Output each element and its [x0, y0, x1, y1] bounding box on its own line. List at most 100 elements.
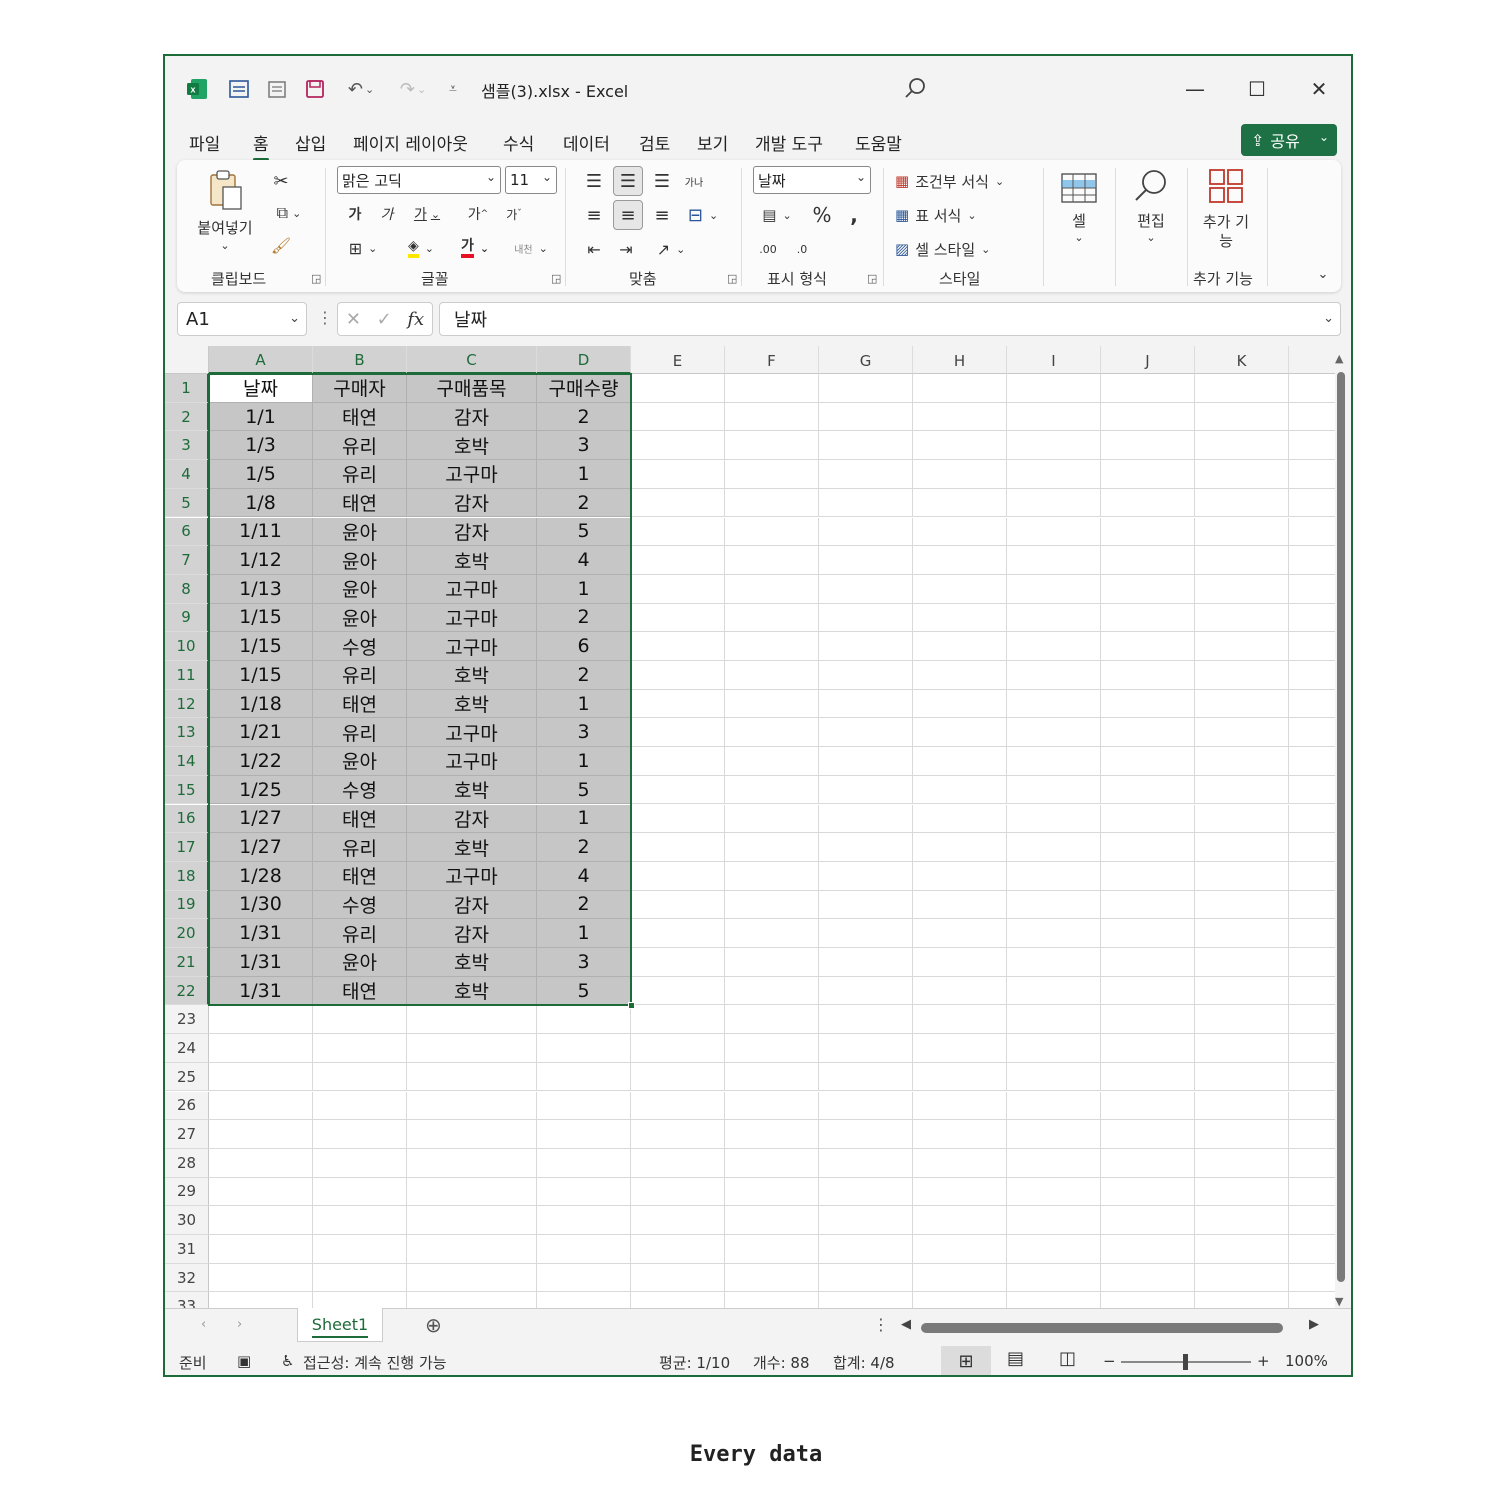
normal-view-icon[interactable]: ⊞: [941, 1346, 991, 1375]
row-header-8[interactable]: 8: [165, 574, 209, 604]
borders-icon[interactable]: ⊞ ⌄: [341, 236, 385, 260]
row-header-23[interactable]: 23: [165, 1005, 209, 1035]
empty-cell[interactable]: [725, 1120, 819, 1149]
empty-cell[interactable]: [631, 948, 725, 977]
customize-qat-icon[interactable]: ⩡: [443, 74, 463, 104]
empty-cell[interactable]: [1101, 804, 1195, 834]
empty-cell[interactable]: [819, 833, 913, 862]
empty-cell[interactable]: [1289, 862, 1335, 891]
search-icon[interactable]: [903, 76, 929, 102]
empty-cell[interactable]: [1195, 1148, 1289, 1178]
table-cell[interactable]: 태연: [313, 861, 407, 891]
scroll-right-icon[interactable]: ▶: [1309, 1317, 1319, 1332]
table-cell[interactable]: 6: [537, 632, 631, 661]
tab-help[interactable]: 도움말: [855, 130, 902, 155]
row-header-19[interactable]: 19: [165, 890, 209, 920]
empty-cell[interactable]: [407, 1091, 537, 1121]
empty-cell[interactable]: [631, 1034, 725, 1063]
empty-cell[interactable]: [913, 1177, 1007, 1207]
empty-cell[interactable]: [1289, 977, 1335, 1006]
zoom-in-icon[interactable]: +: [1257, 1352, 1270, 1370]
empty-cell[interactable]: [1289, 718, 1335, 748]
empty-cell[interactable]: [1195, 948, 1289, 977]
empty-cell[interactable]: [1289, 1178, 1335, 1207]
accounting-format-icon[interactable]: ▤ ⌄: [755, 202, 799, 228]
zoom-out-icon[interactable]: −: [1103, 1352, 1116, 1370]
empty-cell[interactable]: [1195, 661, 1289, 690]
paste-button[interactable]: 붙여넣기: [191, 216, 259, 238]
table-cell[interactable]: 태연: [313, 488, 407, 518]
empty-cell[interactable]: [209, 1148, 313, 1178]
dialog-launcher-icon[interactable]: ◲: [727, 272, 737, 285]
empty-cell[interactable]: [1195, 1034, 1289, 1063]
empty-cell[interactable]: [725, 374, 819, 403]
empty-cell[interactable]: [819, 1235, 913, 1264]
empty-cell[interactable]: [913, 689, 1007, 719]
empty-cell[interactable]: [1195, 747, 1289, 776]
empty-cell[interactable]: [1101, 976, 1195, 1006]
table-cell[interactable]: 고구마: [407, 632, 537, 661]
empty-cell[interactable]: [913, 919, 1007, 948]
table-cell[interactable]: 태연: [313, 804, 407, 834]
empty-cell[interactable]: [209, 1177, 313, 1207]
empty-cell[interactable]: [209, 1120, 313, 1149]
empty-cell[interactable]: [1195, 1005, 1289, 1035]
empty-cell[interactable]: [1289, 776, 1335, 805]
page-layout-view-icon[interactable]: ▤: [1007, 1348, 1024, 1369]
fill-handle[interactable]: [628, 1002, 635, 1010]
empty-cell[interactable]: [313, 1235, 407, 1264]
empty-cell[interactable]: [631, 747, 725, 776]
empty-cell[interactable]: [725, 948, 819, 977]
table-cell[interactable]: 감자: [407, 890, 537, 920]
empty-cell[interactable]: [1289, 1092, 1335, 1121]
table-cell[interactable]: 1/5: [209, 460, 313, 489]
increase-font-icon[interactable]: 가 ^: [463, 202, 493, 226]
empty-cell[interactable]: [1195, 1062, 1289, 1092]
empty-cell[interactable]: [1101, 1206, 1195, 1235]
empty-cell[interactable]: [819, 374, 913, 403]
empty-cell[interactable]: [1195, 488, 1289, 518]
table-cell[interactable]: 고구마: [407, 460, 537, 489]
empty-cell[interactable]: [631, 402, 725, 432]
table-cell[interactable]: 윤아: [313, 747, 407, 776]
empty-cell[interactable]: [631, 574, 725, 604]
empty-cell[interactable]: [1101, 689, 1195, 719]
empty-cell[interactable]: [1101, 546, 1195, 575]
empty-cell[interactable]: [819, 488, 913, 518]
editing-label[interactable]: 편집: [1129, 210, 1173, 230]
table-cell[interactable]: 1/27: [209, 833, 313, 862]
row-header-4[interactable]: 4: [165, 460, 209, 489]
empty-cell[interactable]: [1101, 517, 1195, 547]
empty-cell[interactable]: [631, 374, 725, 403]
horizontal-scroll-thumb[interactable]: [921, 1323, 1283, 1333]
empty-cell[interactable]: [725, 1263, 819, 1293]
empty-cell[interactable]: [1007, 919, 1101, 948]
sheet-tab[interactable]: Sheet1: [297, 1308, 383, 1342]
empty-cell[interactable]: [407, 1292, 537, 1308]
row-header-24[interactable]: 24: [165, 1034, 209, 1063]
table-cell[interactable]: 감자: [407, 919, 537, 948]
text-direction-icon[interactable]: 가나: [681, 168, 707, 194]
prev-sheet-icon[interactable]: ‹: [201, 1317, 206, 1332]
decrease-decimal-icon[interactable]: .0: [789, 236, 815, 262]
empty-cell[interactable]: [631, 833, 725, 862]
empty-cell[interactable]: [819, 747, 913, 776]
empty-cell[interactable]: [1101, 1120, 1195, 1149]
empty-cell[interactable]: [631, 1062, 725, 1092]
empty-cell[interactable]: [537, 1263, 631, 1293]
table-cell[interactable]: 2: [537, 833, 631, 862]
empty-cell[interactable]: [1289, 546, 1335, 575]
empty-cell[interactable]: [1007, 976, 1101, 1006]
table-cell[interactable]: 태연: [313, 976, 407, 1006]
table-cell[interactable]: 태연: [313, 402, 407, 432]
empty-cell[interactable]: [913, 747, 1007, 776]
undo-icon[interactable]: ↶ ⌄: [339, 74, 383, 104]
empty-cell[interactable]: [1101, 1292, 1195, 1308]
column-header-i[interactable]: I: [1007, 346, 1101, 374]
table-cell[interactable]: 감자: [407, 488, 537, 518]
empty-cell[interactable]: [1007, 1263, 1101, 1293]
empty-cell[interactable]: [1101, 632, 1195, 661]
table-cell[interactable]: 고구마: [407, 861, 537, 891]
table-cell[interactable]: 유리: [313, 833, 407, 862]
column-header-d[interactable]: D: [537, 346, 631, 374]
